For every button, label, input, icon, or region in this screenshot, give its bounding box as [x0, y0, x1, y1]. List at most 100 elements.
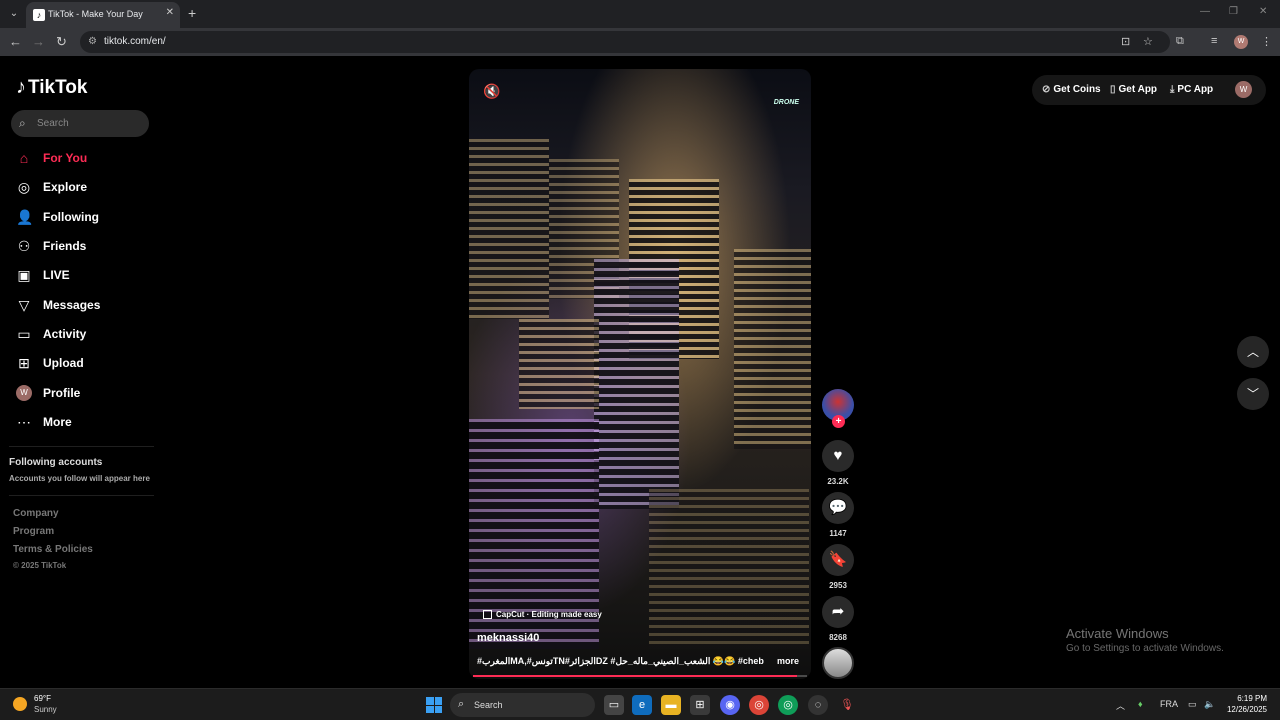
- download-icon: ⤓: [1170, 84, 1175, 95]
- sidebar-item-label: Explore: [43, 180, 88, 194]
- tab-title: TikTok - Make Your Day: [48, 9, 143, 19]
- clock-date[interactable]: 12/26/2025: [1222, 705, 1267, 714]
- user-follow-icon: 👤: [16, 208, 34, 225]
- windows-taskbar: 69°F Sunny ⌕ Search ▭ e ▬ ⊞ ◉ ◎ ◎ ◌ 🎙 ︿ …: [0, 688, 1280, 720]
- tray-overflow-icon[interactable]: ︿: [1116, 699, 1125, 712]
- volume-icon[interactable]: 🔈: [1204, 699, 1215, 710]
- extensions-icon[interactable]: ⧉: [1176, 35, 1184, 48]
- edge-icon[interactable]: e: [632, 695, 652, 715]
- caption-more-button[interactable]: more: [777, 656, 799, 666]
- back-button[interactable]: ←: [9, 34, 22, 49]
- minimize-button[interactable]: —: [1200, 6, 1210, 17]
- more-icon: ⋯: [17, 413, 31, 430]
- task-view-icon[interactable]: ▭: [604, 695, 624, 715]
- weather-condition[interactable]: Sunny: [34, 705, 57, 714]
- language-indicator[interactable]: FRA: [1160, 699, 1178, 709]
- url-text: tiktok.com/en/: [104, 36, 166, 47]
- footer-link-company[interactable]: Company: [13, 508, 59, 519]
- header-actions: ⊘ Get Coins ▯ Get App ⤓ PC App W: [1032, 75, 1266, 105]
- save-button[interactable]: 🔖: [822, 544, 854, 576]
- tiktok-logo[interactable]: ♪ TikTok: [16, 76, 87, 99]
- app-icon[interactable]: ◌: [808, 695, 828, 715]
- reload-button[interactable]: ↻: [56, 34, 67, 50]
- follow-plus-icon[interactable]: +: [832, 415, 845, 428]
- comment-icon: 💬: [828, 499, 848, 516]
- muted-speaker-icon[interactable]: 🔇: [483, 83, 500, 100]
- music-disc-icon[interactable]: [822, 647, 854, 679]
- taskbar-search-label: Search: [474, 700, 503, 710]
- pc-app-button[interactable]: ⤓ PC App: [1170, 84, 1213, 95]
- address-bar[interactable]: ⚙ tiktok.com/en/: [80, 31, 1170, 53]
- browser-profile-avatar[interactable]: W: [1234, 35, 1248, 49]
- store-icon[interactable]: ⊞: [690, 695, 710, 715]
- tab-close-icon[interactable]: ✕: [166, 7, 174, 18]
- capcut-icon: [483, 610, 492, 619]
- search-icon: ⌕: [19, 116, 26, 130]
- windows-start-icon[interactable]: [426, 697, 442, 713]
- footer-link-terms[interactable]: Terms & Policies: [13, 544, 93, 555]
- sidebar-item-live[interactable]: ▣ LIVE: [16, 265, 156, 285]
- footer-link-program[interactable]: Program: [13, 526, 54, 537]
- search-input[interactable]: ⌕ Search: [11, 110, 149, 137]
- video-player[interactable]: 🔇 DRONE CapCut · Editing made easy mekna…: [469, 69, 811, 679]
- get-coins-button[interactable]: ⊘ Get Coins: [1042, 84, 1101, 95]
- video-progress-bar[interactable]: [473, 675, 807, 677]
- tab-list-button[interactable]: ⌄: [6, 6, 22, 22]
- next-video-button[interactable]: ﹀: [1237, 378, 1269, 410]
- new-tab-button[interactable]: +: [188, 5, 196, 21]
- chrome-icon[interactable]: ◎: [749, 695, 769, 715]
- install-app-icon[interactable]: ⊡: [1121, 35, 1130, 48]
- maximize-button[interactable]: ❐: [1229, 6, 1238, 17]
- sidebar-item-messages[interactable]: ▽ Messages: [16, 295, 156, 315]
- discord-icon[interactable]: ◉: [720, 695, 740, 715]
- network-icon[interactable]: ▭: [1188, 699, 1197, 710]
- reading-list-icon[interactable]: ≡: [1211, 35, 1217, 47]
- video-author[interactable]: meknassi40: [477, 632, 539, 644]
- activity-icon: ▭: [17, 325, 31, 342]
- site-info-icon[interactable]: ⚙: [88, 36, 97, 47]
- sidebar-item-label: More: [43, 415, 72, 429]
- friends-icon: ⚇: [17, 237, 31, 254]
- sidebar-item-activity[interactable]: ▭ Activity: [16, 324, 156, 344]
- bookmark-star-icon[interactable]: ☆: [1143, 35, 1153, 48]
- share-button[interactable]: ➦: [822, 596, 854, 628]
- sidebar-item-profile[interactable]: W Profile: [16, 383, 156, 403]
- comment-count: 1147: [829, 529, 847, 538]
- sidebar-item-friends[interactable]: ⚇ Friends: [16, 236, 156, 256]
- browser-tab[interactable]: ♪ TikTok - Make Your Day ✕: [26, 2, 180, 28]
- taskbar-search[interactable]: ⌕ Search: [450, 693, 595, 717]
- capcut-anchor[interactable]: CapCut · Editing made easy: [483, 610, 602, 619]
- pc-app-label: PC App: [1177, 84, 1214, 95]
- avatar[interactable]: W: [1235, 81, 1252, 98]
- bookmark-icon: 🔖: [828, 551, 848, 568]
- comment-button[interactable]: 💬: [822, 492, 854, 524]
- forward-button[interactable]: →: [32, 34, 45, 49]
- sidebar-item-following[interactable]: 👤 Following: [16, 207, 156, 227]
- search-icon: ⌕: [458, 698, 465, 710]
- tiktok-favicon-icon: ♪: [33, 9, 45, 21]
- browser-menu-icon[interactable]: ⋮: [1261, 35, 1272, 48]
- file-explorer-icon[interactable]: ▬: [661, 695, 681, 715]
- get-app-button[interactable]: ▯ Get App: [1110, 84, 1157, 95]
- weather-temperature[interactable]: 69°F: [34, 694, 51, 703]
- home-icon: ⌂: [19, 150, 29, 166]
- clock-time[interactable]: 6:19 PM: [1232, 694, 1267, 703]
- microphone-icon[interactable]: 🎙: [837, 695, 857, 715]
- chrome-profile-icon[interactable]: ◎: [778, 695, 798, 715]
- sidebar-item-explore[interactable]: ◎ Explore: [16, 177, 156, 197]
- mic-tray-icon[interactable]: ♦: [1138, 699, 1143, 709]
- sidebar-item-upload[interactable]: ⊞ Upload: [16, 353, 156, 373]
- like-count: 23.2K: [827, 477, 849, 486]
- search-placeholder: Search: [37, 118, 69, 129]
- browser-toolbar: ← → ↻ ⚙ tiktok.com/en/ ⊡ ☆ ⧉ ≡ ⋮: [0, 28, 1280, 56]
- sidebar-item-for-you[interactable]: ⌂ For You: [16, 148, 156, 168]
- close-window-button[interactable]: ✕: [1259, 6, 1267, 17]
- capcut-label: CapCut · Editing made easy: [496, 610, 602, 619]
- save-count: 2953: [829, 581, 847, 590]
- like-button[interactable]: ♥: [822, 440, 854, 472]
- activation-subtitle: Go to Settings to activate Windows.: [1066, 643, 1224, 654]
- logo-text: TikTok: [28, 76, 88, 98]
- previous-video-button[interactable]: ︿: [1237, 336, 1269, 368]
- sidebar-item-more[interactable]: ⋯ More: [16, 412, 156, 432]
- sun-icon[interactable]: [13, 697, 27, 711]
